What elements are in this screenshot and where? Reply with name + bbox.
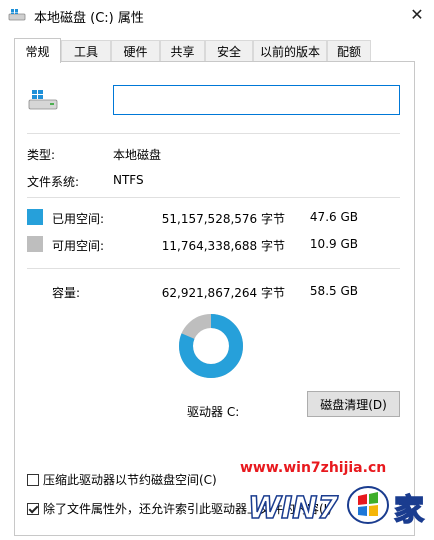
tab-label: 共享 [170,44,195,59]
filesystem-value: NTFS [113,173,144,187]
watermark: www.win7zhijia.cn WIN7 家 [234,458,434,538]
used-space-swatch [27,209,43,225]
used-space-gb: 47.6 GB [309,210,358,224]
capacity-bytes: 62,921,867,264 字节 [161,286,285,300]
free-space-label: 可用空间: [52,239,105,253]
used-space-label: 已用空间: [52,212,105,226]
free-space-swatch [27,236,43,252]
title-bar: 本地磁盘 (C:) 属性 ✕ [0,0,434,32]
capacity-label: 容量: [52,286,81,300]
used-space-bytes: 51,157,528,576 字节 [161,212,285,226]
win7-logo: WIN7 家 [247,486,425,529]
tab-label: 工具 [73,44,98,59]
divider [27,133,400,134]
usage-donut-chart [179,314,243,378]
watermark-logo-text: WIN7 [248,491,338,526]
capacity-gb: 58.5 GB [309,284,358,298]
tab-label: 配额 [336,44,361,59]
tab-bar: 常规 工具 硬件 共享 安全 以前的版本 配额 [14,38,414,63]
free-space-bytes: 11,764,338,688 字节 [161,239,285,253]
disk-cleanup-button[interactable]: 磁盘清理(D) [307,391,400,417]
window-title: 本地磁盘 (C:) 属性 [34,11,144,26]
divider [27,268,400,269]
close-button[interactable]: ✕ [400,0,434,28]
drive-icon [8,9,26,21]
index-checkbox[interactable] [27,502,39,515]
close-icon: ✕ [410,4,424,24]
compress-drive-option[interactable]: 压缩此驱动器以节约磁盘空间(C) [27,471,217,488]
volume-name-input[interactable] [113,85,400,115]
filesystem-label: 文件系统: [27,175,80,189]
watermark-logo-suffix: 家 [394,493,424,528]
tab-previous-versions[interactable]: 以前的版本 [253,40,327,61]
tab-quota[interactable]: 配额 [327,40,371,61]
tab-general[interactable]: 常规 [14,38,61,63]
tab-tools[interactable]: 工具 [61,40,111,61]
drive-label: 驱动器 C: [187,405,240,419]
tab-label: 硬件 [123,44,148,59]
tab-label: 安全 [216,44,241,59]
free-space-gb: 10.9 GB [309,237,358,251]
type-label: 类型: [27,148,56,162]
tab-hardware[interactable]: 硬件 [111,40,160,61]
windows-flag-icon [347,486,389,524]
disk-cleanup-button-label: 磁盘清理(D) [320,397,387,412]
divider [27,197,400,198]
tab-label: 以前的版本 [259,44,320,59]
tab-label: 常规 [25,44,50,59]
drive-icon [28,90,58,110]
compress-label: 压缩此驱动器以节约磁盘空间(C) [43,473,217,487]
tab-sharing[interactable]: 共享 [160,40,205,61]
compress-checkbox[interactable] [27,473,39,486]
watermark-url: www.win7zhijia.cn [240,460,387,476]
type-value: 本地磁盘 [113,148,162,162]
tab-security[interactable]: 安全 [205,40,253,61]
